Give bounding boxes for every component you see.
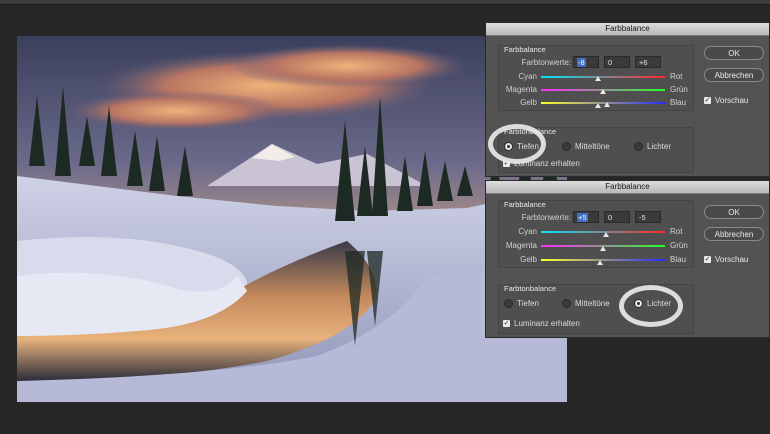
ok-button[interactable]: OK <box>704 205 764 219</box>
preserve-luminosity-checkbox[interactable]: ✓ Luminanz erhalten <box>503 319 580 328</box>
check-icon: ✓ <box>704 97 711 104</box>
magenta-green-slider-thumb[interactable] <box>600 89 606 94</box>
radio-highlights[interactable]: Lichter <box>634 299 671 308</box>
check-icon: ✓ <box>704 256 711 263</box>
slider-left-label: Gelb <box>520 98 537 107</box>
check-icon: ✓ <box>503 160 510 167</box>
preview-checkbox[interactable]: ✓ Vorschau <box>704 96 748 105</box>
yellow-blue-slider-thumb[interactable] <box>596 260 603 265</box>
yellow-blue-value-field[interactable]: -5 <box>635 211 661 223</box>
radio-highlights[interactable]: Lichter <box>634 142 671 151</box>
slider-left-label: Gelb <box>520 255 537 264</box>
cyan-red-value-field[interactable]: +5 <box>573 211 599 223</box>
slider-left-label: Cyan <box>518 227 537 236</box>
yellow-blue-value-field[interactable]: +6 <box>635 56 661 68</box>
radio-shadows[interactable]: Tiefen <box>504 299 539 308</box>
radio-indicator <box>562 299 571 308</box>
app-menubar <box>0 0 770 5</box>
slider-left-label: Cyan <box>518 72 537 81</box>
slider-right-label: Blau <box>670 255 687 264</box>
radio-indicator <box>504 142 513 151</box>
checkbox-label: Luminanz erhalten <box>514 159 580 168</box>
tone-values-label: Farbtonwerte: <box>521 213 571 222</box>
yellow-blue-slider-row: Gelb Blau <box>499 98 695 108</box>
tone-radio-row: Tiefen Mitteltöne Lichter <box>499 142 695 154</box>
preview-label: Vorschau <box>715 96 749 105</box>
color-balance-group: Farbbalance Farbtonwerte: +5 0 -5 Cyan R… <box>498 200 694 268</box>
tone-values-label: Farbtonwerte: <box>521 58 571 67</box>
group-legend: Farbtonbalance <box>504 284 557 293</box>
group-legend: Farbtonbalance <box>504 127 557 136</box>
tone-values-row: Farbtonwerte: -8 0 +6 <box>499 56 695 69</box>
slider-left-label: Magenta <box>505 85 537 94</box>
magenta-green-slider-thumb[interactable] <box>600 246 606 251</box>
magenta-green-value-field[interactable]: 0 <box>604 211 630 223</box>
preview-checkbox[interactable]: ✓ Vorschau <box>704 255 748 264</box>
radio-indicator <box>634 142 643 151</box>
radio-label: Mitteltöne <box>575 299 610 308</box>
magenta-green-slider-row: Magenta Grün <box>499 241 695 251</box>
tone-balance-group: Farbtonbalance Tiefen Mitteltöne Lichter… <box>498 284 694 334</box>
color-balance-group: Farbbalance Farbtonwerte: -8 0 +6 Cyan R… <box>498 45 694 111</box>
slider-right-label: Blau <box>670 98 687 107</box>
radio-label: Tiefen <box>517 299 539 308</box>
dialog-title: Farbbalance <box>486 23 769 36</box>
magenta-green-slider-row: Magenta Grün <box>499 85 695 95</box>
slider-right-label: Rot <box>670 227 683 236</box>
color-balance-dialog-1: Farbbalance Farbbalance Farbtonwerte: -8… <box>485 22 770 177</box>
preserve-luminosity-checkbox[interactable]: ✓ Luminanz erhalten <box>503 159 580 168</box>
radio-shadows[interactable]: Tiefen <box>504 142 539 151</box>
slider-right-label: Rot <box>670 72 683 81</box>
radio-label: Lichter <box>647 299 672 308</box>
radio-midtones[interactable]: Mitteltöne <box>562 142 610 151</box>
cyan-red-slider-row: Cyan Rot <box>499 227 695 237</box>
cancel-button[interactable]: Abbrechen <box>704 68 764 82</box>
radio-indicator <box>634 299 643 308</box>
radio-indicator <box>562 142 571 151</box>
dialog-title: Farbbalance <box>486 181 769 194</box>
ok-button[interactable]: OK <box>704 46 764 60</box>
magenta-green-value-field[interactable]: 0 <box>604 56 630 68</box>
cyan-red-slider-thumb[interactable] <box>603 232 610 237</box>
tone-radio-row: Tiefen Mitteltöne Lichter <box>499 299 695 311</box>
radio-label: Mitteltöne <box>575 142 610 151</box>
cyan-red-slider-thumb[interactable] <box>595 76 602 81</box>
radio-label: Tiefen <box>517 142 539 151</box>
yellow-blue-slider[interactable] <box>541 259 665 261</box>
cyan-red-slider[interactable] <box>541 76 665 78</box>
yellow-blue-slider-thumb[interactable] <box>603 102 610 107</box>
cancel-button[interactable]: Abbrechen <box>704 227 764 241</box>
radio-label: Lichter <box>647 142 672 151</box>
group-legend: Farbbalance <box>504 45 546 54</box>
group-legend: Farbbalance <box>504 200 546 209</box>
radio-indicator <box>504 299 513 308</box>
check-icon: ✓ <box>503 320 510 327</box>
slider-right-label: Grün <box>670 85 688 94</box>
tone-values-row: Farbtonwerte: +5 0 -5 <box>499 211 695 224</box>
checkbox-label: Luminanz erhalten <box>514 319 580 328</box>
slider-right-label: Grün <box>670 241 688 250</box>
radio-midtones[interactable]: Mitteltöne <box>562 299 610 308</box>
cyan-red-value-field[interactable]: -8 <box>573 56 599 68</box>
tone-balance-group: Farbtonbalance Tiefen Mitteltöne Lichter… <box>498 127 694 173</box>
color-balance-dialog-2: Farbbalance Farbbalance Farbtonwerte: +5… <box>485 180 770 338</box>
slider-left-label: Magenta <box>505 241 537 250</box>
preview-label: Vorschau <box>715 255 749 264</box>
